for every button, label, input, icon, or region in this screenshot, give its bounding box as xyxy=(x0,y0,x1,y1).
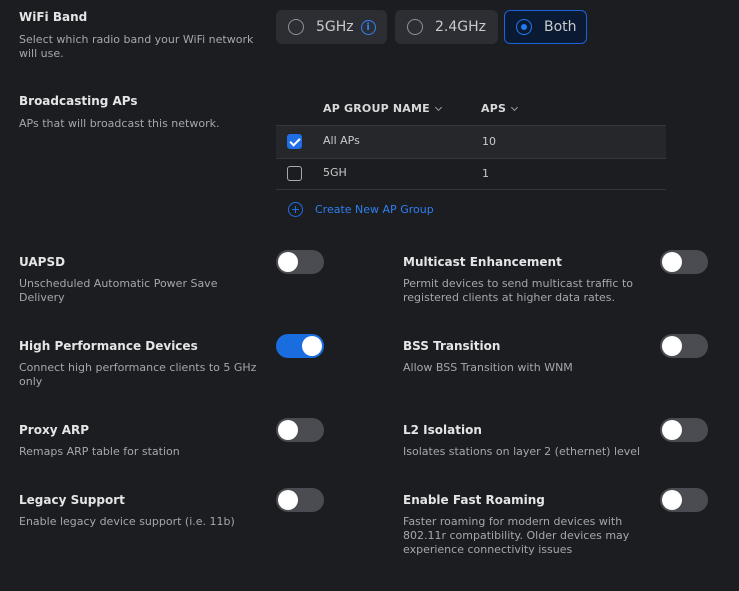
legacy-support-toggle[interactable] xyxy=(276,488,324,512)
toggle-knob xyxy=(662,252,682,272)
uapsd-toggle[interactable] xyxy=(276,250,324,274)
chevron-down-icon xyxy=(511,103,519,112)
ap-group-name: All APs xyxy=(323,134,360,147)
broadcasting-aps-title: Broadcasting APs xyxy=(19,94,138,108)
wifi-band-description: Select which radio band your WiFi networ… xyxy=(19,33,254,60)
band-option-2-4ghz[interactable]: 2.4GHz xyxy=(395,10,498,44)
uapsd-description: Unscheduled Automatic Power Save Deliver… xyxy=(19,277,218,304)
band-option-both[interactable]: Both xyxy=(504,10,587,44)
band-option-both-label: Both xyxy=(544,19,577,35)
ap-count: 10 xyxy=(482,135,496,148)
high-performance-devices-title: High Performance Devices xyxy=(19,339,198,353)
chevron-down-icon xyxy=(434,103,442,112)
table-row[interactable]: 5GH 1 xyxy=(276,158,666,190)
column-header-aps[interactable]: APS xyxy=(481,102,519,115)
info-icon[interactable]: i xyxy=(360,19,376,35)
toggle-knob xyxy=(662,336,682,356)
radio-2-4ghz[interactable] xyxy=(407,19,423,35)
create-ap-group-label: Create New AP Group xyxy=(315,203,434,216)
proxy-arp-description: Remaps ARP table for station xyxy=(19,445,180,458)
create-ap-group-link[interactable]: Create New AP Group xyxy=(288,202,434,217)
bss-transition-description: Allow BSS Transition with WNM xyxy=(403,361,573,374)
high-performance-devices-toggle[interactable] xyxy=(276,334,324,358)
bss-transition-title: BSS Transition xyxy=(403,339,501,353)
checkbox-5gh[interactable] xyxy=(287,166,302,181)
ap-count: 1 xyxy=(482,167,489,180)
proxy-arp-title: Proxy ARP xyxy=(19,423,90,437)
toggle-knob xyxy=(278,420,298,440)
legacy-support-description: Enable legacy device support (i.e. 11b) xyxy=(19,515,235,528)
table-row[interactable]: All APs 10 xyxy=(276,126,666,158)
multicast-enhancement-toggle[interactable] xyxy=(660,250,708,274)
band-option-5ghz-label: 5GHz xyxy=(316,19,354,35)
broadcasting-aps-description: APs that will broadcast this network. xyxy=(19,117,220,130)
column-header-ap-group-name-label: AP GROUP NAME xyxy=(323,102,430,115)
fast-roaming-title: Enable Fast Roaming xyxy=(403,493,545,507)
multicast-enhancement-description: Permit devices to send multicast traffic… xyxy=(403,277,634,304)
toggle-knob xyxy=(302,336,322,356)
column-header-aps-label: APS xyxy=(481,102,507,115)
fast-roaming-description: Faster roaming for modern devices with 8… xyxy=(403,515,630,556)
checkbox-all-aps[interactable] xyxy=(287,134,302,149)
radio-both[interactable] xyxy=(516,19,532,35)
proxy-arp-toggle[interactable] xyxy=(276,418,324,442)
high-performance-devices-description: Connect high performance clients to 5 GH… xyxy=(19,361,257,388)
toggle-knob xyxy=(662,490,682,510)
multicast-enhancement-title: Multicast Enhancement xyxy=(403,255,562,269)
l2-isolation-title: L2 Isolation xyxy=(403,423,482,437)
toggle-knob xyxy=(278,252,298,272)
plus-circle-icon xyxy=(288,202,303,217)
toggle-knob xyxy=(662,420,682,440)
wifi-band-title: WiFi Band xyxy=(19,10,88,24)
bss-transition-toggle[interactable] xyxy=(660,334,708,358)
l2-isolation-description: Isolates stations on layer 2 (ethernet) … xyxy=(403,445,641,458)
l2-isolation-toggle[interactable] xyxy=(660,418,708,442)
fast-roaming-toggle[interactable] xyxy=(660,488,708,512)
toggle-knob xyxy=(278,490,298,510)
uapsd-title: UAPSD xyxy=(19,255,66,269)
band-option-2-4ghz-label: 2.4GHz xyxy=(435,19,486,35)
radio-5ghz[interactable] xyxy=(288,19,304,35)
column-header-ap-group-name[interactable]: AP GROUP NAME xyxy=(323,102,442,115)
ap-group-name: 5GH xyxy=(323,166,347,179)
table-divider xyxy=(276,189,666,190)
legacy-support-title: Legacy Support xyxy=(19,493,125,507)
band-option-5ghz[interactable]: 5GHz i xyxy=(276,10,387,44)
